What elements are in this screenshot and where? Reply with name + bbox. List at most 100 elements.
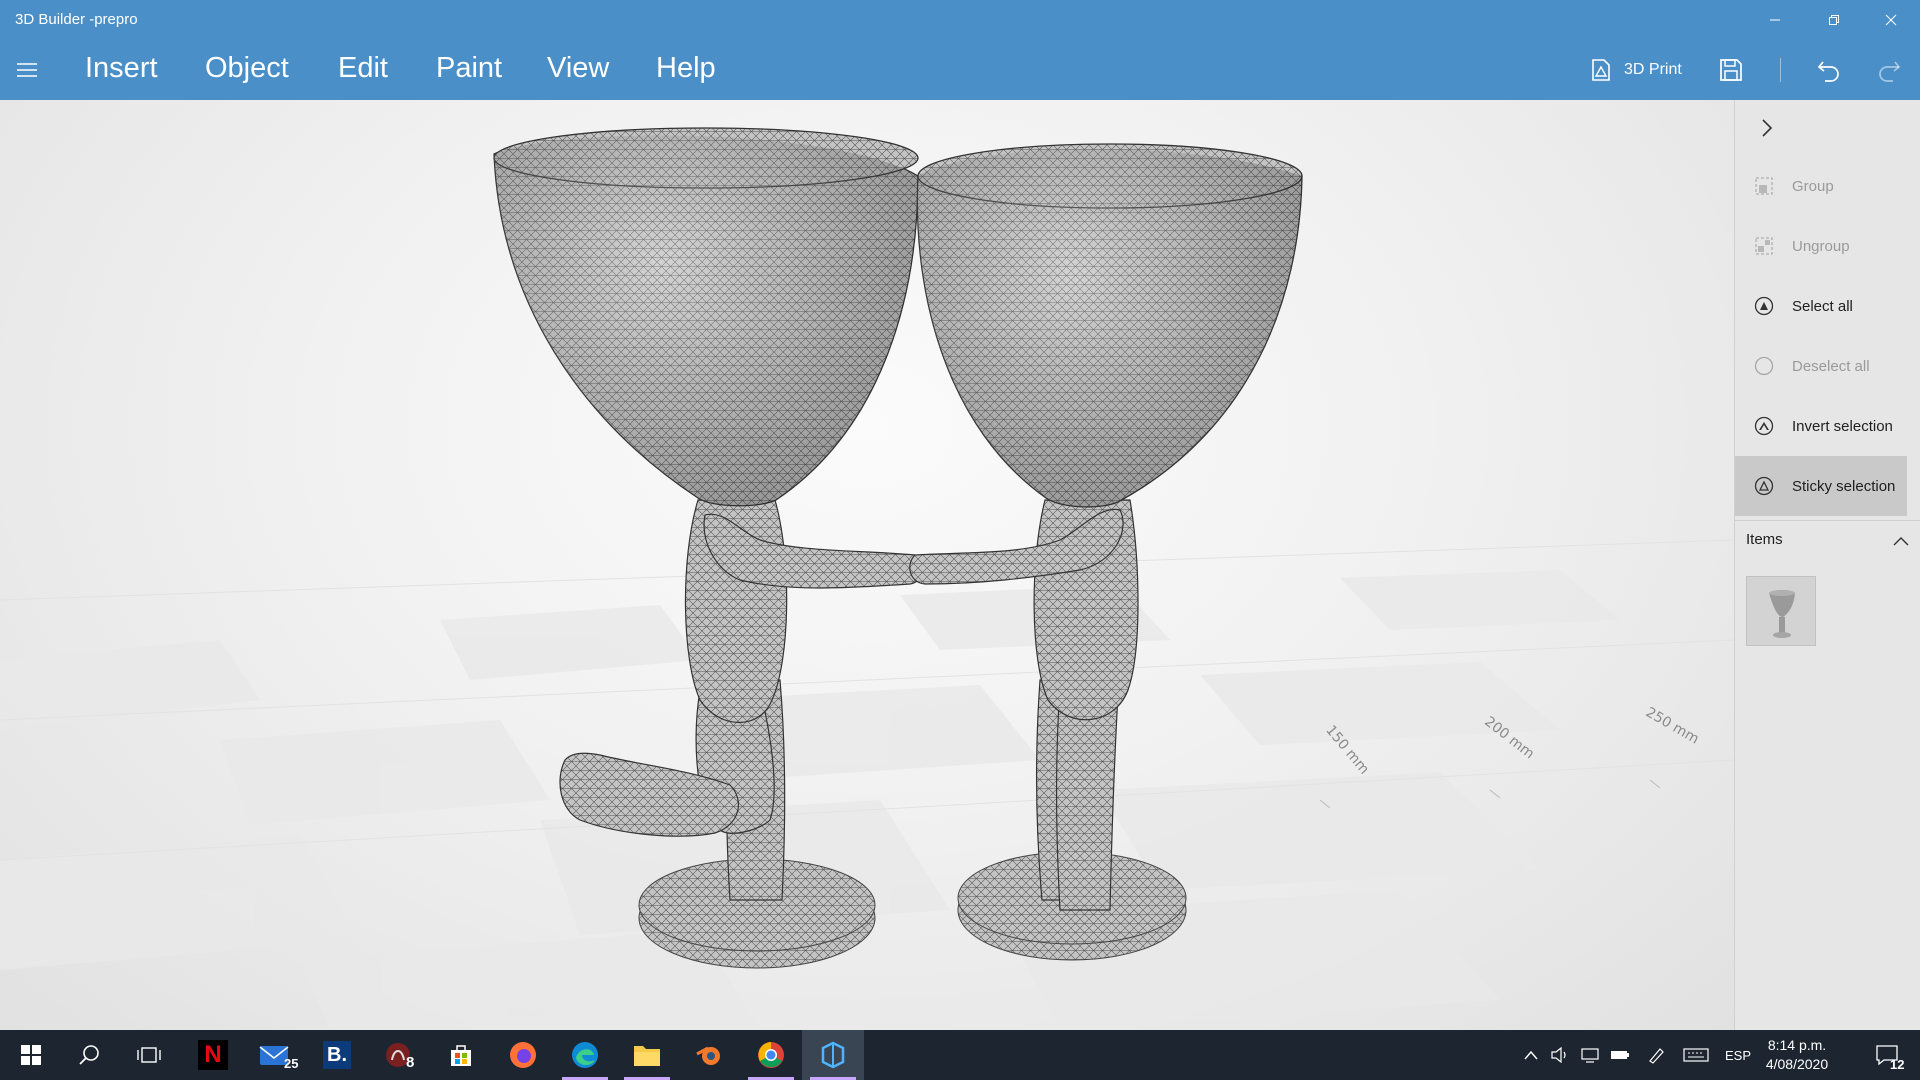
- network-button[interactable]: [1578, 1030, 1602, 1080]
- 3d-builder-app[interactable]: [802, 1030, 864, 1080]
- speaker-icon: [1551, 1047, 1566, 1063]
- taskbar: N 25 B. 8 ESP 8:14 p.m. 4/08/2020 12: [0, 1030, 1920, 1080]
- windows-logo-icon: [21, 1045, 41, 1065]
- firefox-icon: [510, 1042, 536, 1068]
- pen-workspace-button[interactable]: [1644, 1030, 1668, 1080]
- select-all-icon: [1753, 295, 1775, 317]
- task-view-button[interactable]: [118, 1030, 180, 1080]
- window-title: 3D Builder -prepro: [15, 11, 138, 28]
- group-icon: [1753, 175, 1775, 197]
- close-button[interactable]: [1868, 0, 1914, 40]
- deselect-all-icon: [1753, 355, 1775, 377]
- scene: [0, 127, 1734, 1030]
- badge-app[interactable]: 8: [368, 1030, 430, 1080]
- file-explorer-app[interactable]: [616, 1030, 678, 1080]
- model-thumbnail-icon: [1769, 590, 1795, 638]
- chrome-icon: [758, 1042, 784, 1068]
- items-section-header[interactable]: Items: [1735, 520, 1920, 560]
- 3d-print-icon: [1592, 59, 1610, 81]
- ungroup-label: Ungroup: [1792, 237, 1850, 255]
- clock-date: 4/08/2020: [1765, 1056, 1829, 1072]
- store-app[interactable]: [430, 1030, 492, 1080]
- task-view-icon: [137, 1047, 161, 1063]
- group-button[interactable]: Group: [1735, 156, 1907, 216]
- booking-app[interactable]: B.: [306, 1030, 368, 1080]
- volume-button[interactable]: [1548, 1030, 1572, 1080]
- mail-badge: 25: [284, 1056, 299, 1071]
- pen-icon: [1649, 1048, 1664, 1064]
- selection-panel: Group Ungroup Select all Deselect all In…: [1734, 100, 1920, 1030]
- keyboard-icon: [1683, 1048, 1709, 1062]
- notification-badge: 12: [1890, 1057, 1905, 1072]
- redo-icon: [1879, 61, 1901, 82]
- chevron-up-icon: [1524, 1050, 1538, 1060]
- close-icon: [1885, 14, 1897, 26]
- menu-help[interactable]: Help: [656, 52, 716, 85]
- deselect-all-label: Deselect all: [1792, 357, 1870, 375]
- clock[interactable]: 8:14 p.m. 4/08/2020: [1752, 1036, 1842, 1074]
- menu-insert[interactable]: Insert: [85, 52, 158, 85]
- undo-icon: [1817, 61, 1839, 82]
- store-icon: [451, 1045, 471, 1066]
- title-bar: 3D Builder -prepro: [0, 0, 1920, 40]
- search-icon: [79, 1045, 99, 1065]
- menu-object[interactable]: Object: [205, 52, 289, 85]
- items-header-label: Items: [1746, 531, 1783, 548]
- select-all-label: Select all: [1792, 297, 1853, 315]
- select-all-button[interactable]: Select all: [1735, 276, 1907, 336]
- menu-paint[interactable]: Paint: [436, 52, 502, 85]
- start-button[interactable]: [0, 1030, 62, 1080]
- action-center-button[interactable]: 12: [1862, 1030, 1912, 1080]
- undo-button[interactable]: [1814, 50, 1844, 90]
- edge-app[interactable]: [554, 1030, 616, 1080]
- sticky-selection-label: Sticky selection: [1792, 477, 1896, 495]
- show-hidden-icons-button[interactable]: [1518, 1030, 1544, 1080]
- battery-icon: [1611, 1051, 1629, 1059]
- minimize-icon: [1770, 19, 1780, 21]
- invert-selection-button[interactable]: Invert selection: [1735, 396, 1907, 456]
- folder-icon: [634, 1046, 660, 1066]
- 3d-print-button[interactable]: 3D Print: [1588, 50, 1682, 90]
- redo-button[interactable]: [1874, 50, 1904, 90]
- booking-icon: B.: [323, 1041, 351, 1069]
- blender-app[interactable]: [678, 1030, 740, 1080]
- save-button[interactable]: [1716, 50, 1746, 90]
- sticky-selection-button[interactable]: Sticky selection: [1735, 456, 1907, 516]
- mail-app[interactable]: 25: [244, 1030, 306, 1080]
- 3d-print-label: 3D Print: [1624, 61, 1682, 78]
- group-label: Group: [1792, 177, 1834, 195]
- network-icon: [1581, 1048, 1599, 1063]
- chevron-up-icon[interactable]: [1891, 531, 1911, 551]
- toolbar-divider: [1780, 58, 1781, 82]
- menu-bar: Insert Object Edit Paint View Help 3D Pr…: [0, 40, 1920, 100]
- invert-selection-label: Invert selection: [1792, 417, 1893, 435]
- restore-icon: [1829, 15, 1839, 25]
- 3d-viewport[interactable]: 150 mm 200 mm 250 mm: [0, 100, 1734, 1030]
- menu-edit[interactable]: Edit: [338, 52, 388, 85]
- firefox-app[interactable]: [492, 1030, 554, 1080]
- hamburger-button[interactable]: [14, 57, 40, 83]
- minimize-button[interactable]: [1752, 0, 1798, 40]
- restore-button[interactable]: [1811, 0, 1857, 40]
- battery-button[interactable]: [1608, 1030, 1632, 1080]
- item-thumbnail[interactable]: [1746, 576, 1816, 646]
- chevron-right-icon: [1762, 119, 1773, 137]
- netflix-icon: N: [198, 1040, 228, 1070]
- collapse-panel-button[interactable]: [1753, 114, 1781, 142]
- chrome-app[interactable]: [740, 1030, 802, 1080]
- language-label: ESP: [1724, 1047, 1751, 1063]
- ungroup-button[interactable]: Ungroup: [1735, 216, 1907, 276]
- sticky-selection-icon: [1753, 475, 1775, 497]
- 3d-builder-icon: [821, 1041, 845, 1069]
- deselect-all-button[interactable]: Deselect all: [1735, 336, 1907, 396]
- blender-icon: [696, 1046, 720, 1065]
- netflix-app[interactable]: N: [182, 1030, 244, 1080]
- touch-keyboard-button[interactable]: [1680, 1030, 1712, 1080]
- menu-view[interactable]: View: [547, 52, 609, 85]
- ungroup-icon: [1753, 235, 1775, 257]
- app-badge: 8: [406, 1054, 415, 1071]
- search-button[interactable]: [58, 1030, 120, 1080]
- clock-time: 8:14 p.m.: [1767, 1037, 1827, 1053]
- edge-icon: [572, 1042, 598, 1068]
- save-icon: [1720, 59, 1742, 81]
